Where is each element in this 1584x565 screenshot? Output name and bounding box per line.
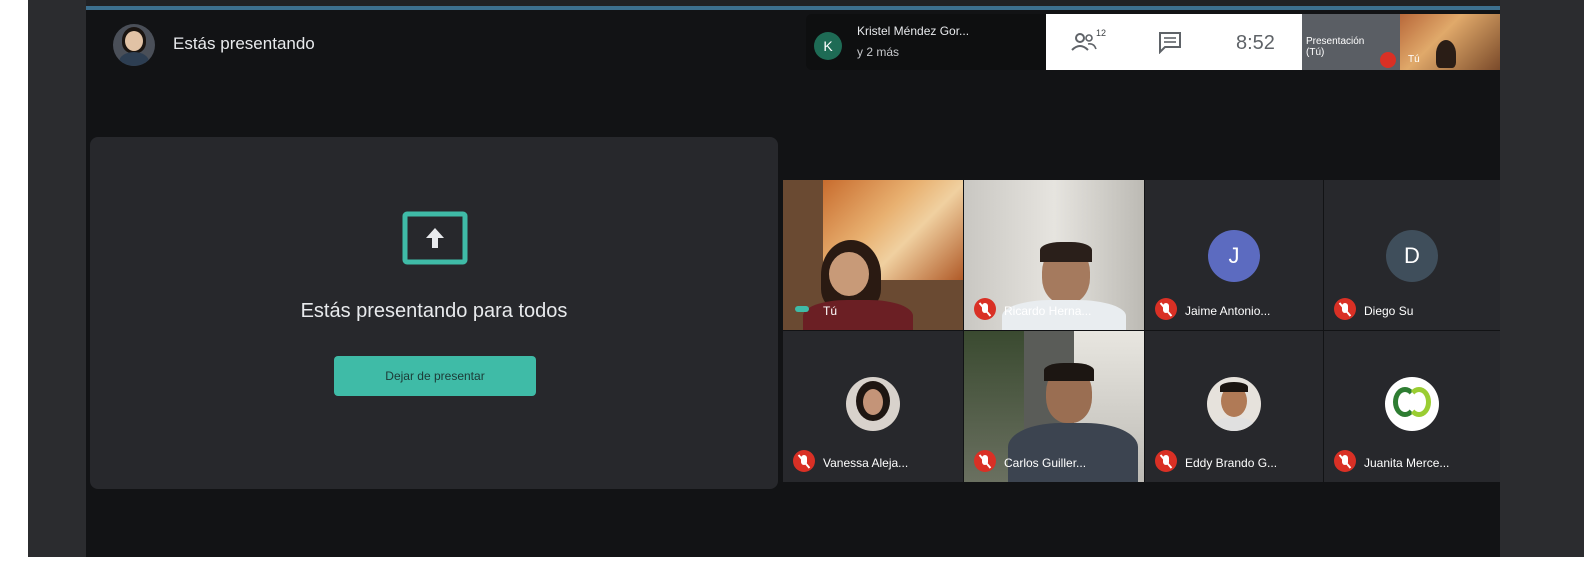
presenting-message: Estás presentando para todos (300, 300, 568, 322)
participant-name: Vanessa Aleja... (823, 456, 909, 470)
mic-off-icon (1334, 450, 1356, 472)
mic-off-icon (1155, 298, 1177, 320)
participant-tile[interactable]: Juanita Merce... (1324, 331, 1500, 482)
participant-name: Eddy Brando G... (1185, 456, 1278, 470)
participant-name: Juanita Merce... (1364, 456, 1450, 470)
presentation-thumbnail-label: Presentación (Tú) (1306, 36, 1365, 58)
stop-presenting-button[interactable]: Dejar de presentar (334, 356, 536, 396)
participant-tile[interactable]: Vanessa Aleja... (783, 331, 963, 482)
speaking-indicator-icon (795, 306, 809, 312)
presenting-title: Estás presentando (173, 34, 315, 53)
participant-face (829, 252, 869, 296)
mic-off-icon (1155, 450, 1177, 472)
present-screen-icon (402, 211, 468, 265)
participant-hair (1044, 363, 1094, 381)
presenter-avatar (113, 24, 155, 66)
clock: 8:52 (1236, 32, 1275, 54)
participant-clothing (803, 300, 913, 330)
people-count: 12 (1096, 28, 1107, 38)
participant-name: Jaime Antonio... (1185, 304, 1271, 318)
participant-grid: Tú Ricardo Herna... J Jaime Antonio... D… (783, 180, 1500, 482)
mic-off-icon (974, 450, 996, 472)
participant-name: Tú (823, 304, 838, 318)
screen-bezel-left (28, 0, 86, 565)
participant-tile[interactable]: Carlos Guiller... (964, 331, 1144, 482)
screen-bezel-right (1500, 0, 1584, 565)
participant-hair (1040, 242, 1092, 262)
mic-off-icon (1380, 52, 1396, 68)
participant-name: Diego Su (1364, 304, 1414, 318)
participant-clothing (1008, 423, 1138, 482)
screen-bezel-bottom (28, 557, 1584, 565)
participant-avatar (846, 377, 900, 431)
speaker-pill[interactable] (806, 14, 1046, 70)
participant-tile[interactable]: J Jaime Antonio... (1145, 180, 1323, 330)
mic-off-icon (974, 298, 996, 320)
mic-off-icon (1334, 298, 1356, 320)
chat-icon[interactable] (1157, 30, 1183, 54)
participant-tile[interactable]: Tú (783, 180, 963, 330)
speaker-name: Kristel Méndez Gor... (857, 24, 970, 38)
participant-avatar: J (1208, 230, 1260, 282)
participant-avatar (1207, 377, 1261, 431)
self-thumbnail-label: Tú (1408, 54, 1420, 65)
participant-logo-avatar (1385, 377, 1439, 431)
mic-off-icon (793, 450, 815, 472)
screen-top-edge (86, 6, 1500, 10)
participant-name: Ricardo Herna... (1004, 304, 1092, 318)
participant-tile[interactable]: Eddy Brando G... (1145, 331, 1323, 482)
self-camera-person (1436, 40, 1456, 68)
speaker-avatar: K (814, 32, 842, 60)
page-margin (0, 0, 28, 565)
speaker-more: y 2 más (857, 45, 900, 59)
participant-tile[interactable]: Ricardo Herna... (964, 180, 1144, 330)
participant-avatar: D (1386, 230, 1438, 282)
participant-tile[interactable]: D Diego Su (1324, 180, 1500, 330)
participant-name: Carlos Guiller... (1004, 456, 1087, 470)
